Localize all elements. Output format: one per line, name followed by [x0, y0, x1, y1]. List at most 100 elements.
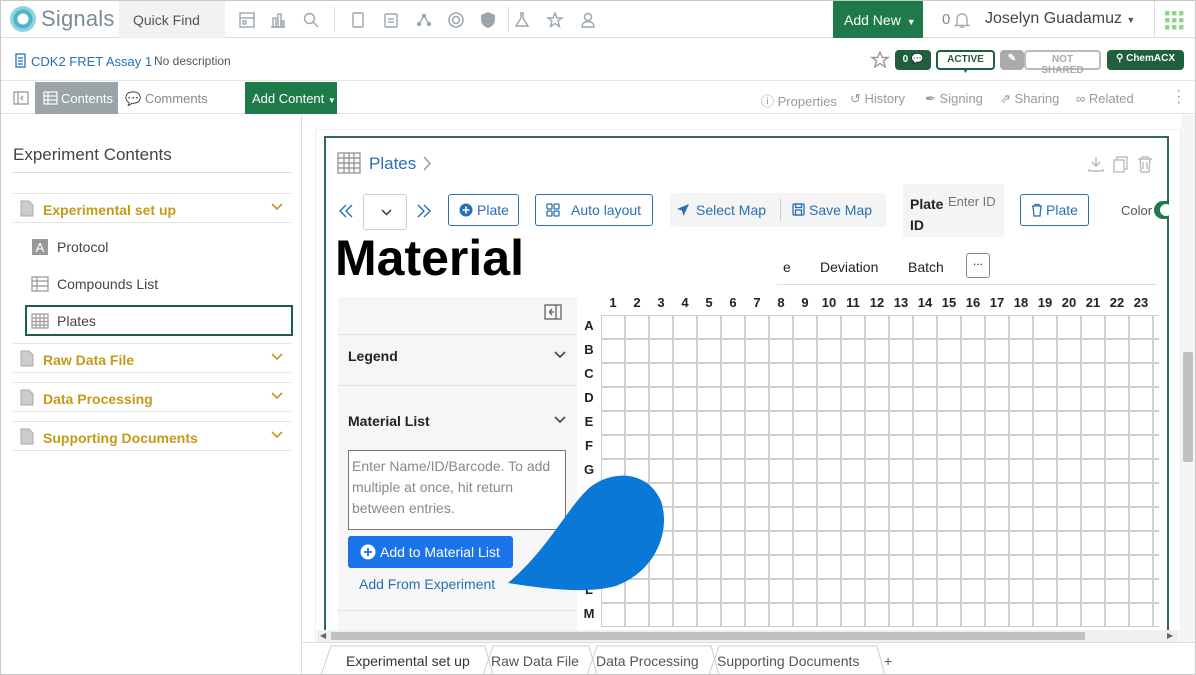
plate-well[interactable]: [937, 483, 961, 507]
plate-well[interactable]: [697, 483, 721, 507]
scrollbar-thumb[interactable]: [1183, 352, 1193, 462]
plate-well[interactable]: [985, 363, 1009, 387]
plate-well[interactable]: [601, 411, 625, 435]
plate-well[interactable]: [697, 411, 721, 435]
column-header[interactable]: 12: [865, 295, 889, 310]
plate-well[interactable]: [1105, 363, 1129, 387]
plate-well[interactable]: [1129, 579, 1153, 603]
plate-well[interactable]: [1009, 531, 1033, 555]
section-data-processing[interactable]: Data Processing: [13, 382, 291, 412]
item-compounds-list[interactable]: Compounds List: [25, 269, 293, 299]
plate-well[interactable]: [673, 483, 697, 507]
plate-well[interactable]: [1009, 603, 1033, 627]
chevron-down-icon[interactable]: [271, 431, 283, 439]
plate-well[interactable]: [1081, 555, 1105, 579]
plate-well[interactable]: [1105, 579, 1129, 603]
signing-link[interactable]: ✒ Signing: [925, 91, 983, 107]
plate-well[interactable]: [1129, 531, 1153, 555]
row-header[interactable]: F: [579, 438, 599, 453]
plate-well[interactable]: [721, 507, 745, 531]
plate-well[interactable]: [1105, 387, 1129, 411]
plate-well[interactable]: [745, 315, 769, 339]
plate-well[interactable]: [1153, 315, 1159, 339]
column-header[interactable]: 9: [793, 295, 817, 310]
plate-well[interactable]: [913, 387, 937, 411]
plate-well[interactable]: [1129, 363, 1153, 387]
add-new-button[interactable]: Add New ▼: [833, 1, 923, 38]
column-header[interactable]: 1: [601, 295, 625, 310]
plate-well[interactable]: [1129, 435, 1153, 459]
plate-well[interactable]: [769, 387, 793, 411]
plate-well[interactable]: [697, 435, 721, 459]
edit-pencil-icon[interactable]: ✎: [1000, 50, 1024, 70]
batch-column[interactable]: Batch: [908, 259, 944, 275]
plate-well[interactable]: [1057, 315, 1081, 339]
plate-well[interactable]: [937, 579, 961, 603]
plate-well[interactable]: [697, 315, 721, 339]
plate-well[interactable]: [769, 531, 793, 555]
plate-well[interactable]: [1009, 315, 1033, 339]
chevron-down-icon[interactable]: [271, 353, 283, 361]
plate-well[interactable]: [817, 339, 841, 363]
section-supporting-documents[interactable]: Supporting Documents: [13, 421, 291, 451]
color-toggle[interactable]: [1154, 201, 1172, 219]
plate-well[interactable]: [841, 459, 865, 483]
chevron-down-icon[interactable]: [554, 351, 566, 359]
plate-well[interactable]: [1081, 363, 1105, 387]
column-header[interactable]: 14: [913, 295, 937, 310]
plate-well[interactable]: [1057, 459, 1081, 483]
more-options-button[interactable]: ...: [966, 253, 990, 278]
comments-count-badge[interactable]: 0 💬: [895, 50, 931, 70]
plate-well[interactable]: [1057, 387, 1081, 411]
plate-well[interactable]: [721, 579, 745, 603]
plate-well[interactable]: [673, 387, 697, 411]
related-link[interactable]: ∞ Related: [1076, 91, 1134, 106]
plate-well[interactable]: [1105, 507, 1129, 531]
plate-well[interactable]: [1033, 435, 1057, 459]
plate-well[interactable]: [841, 507, 865, 531]
plate-well[interactable]: [1081, 387, 1105, 411]
delete-plate-button[interactable]: Plate: [1020, 194, 1089, 226]
plate-well[interactable]: [793, 435, 817, 459]
plate-well[interactable]: [1057, 507, 1081, 531]
plate-well[interactable]: [697, 603, 721, 627]
plate-well[interactable]: [913, 531, 937, 555]
plate-well[interactable]: [961, 579, 985, 603]
plate-well[interactable]: [1153, 459, 1159, 483]
select-map-button[interactable]: Select Map: [670, 193, 780, 227]
star-icon[interactable]: [546, 11, 564, 29]
row-header[interactable]: D: [579, 390, 599, 405]
bottom-tab-data-processing[interactable]: Data Processing: [596, 647, 699, 674]
plate-well[interactable]: [961, 411, 985, 435]
plate-well[interactable]: [697, 363, 721, 387]
plate-well[interactable]: [985, 435, 1009, 459]
plate-well[interactable]: [793, 339, 817, 363]
plate-well[interactable]: [673, 459, 697, 483]
plate-well[interactable]: [1057, 531, 1081, 555]
plate-well[interactable]: [913, 435, 937, 459]
plate-well[interactable]: [793, 483, 817, 507]
plate-well[interactable]: [1057, 339, 1081, 363]
plate-well[interactable]: [985, 603, 1009, 627]
plate-well[interactable]: [1081, 459, 1105, 483]
plate-well[interactable]: [745, 459, 769, 483]
plate-well[interactable]: [1009, 579, 1033, 603]
plate-well[interactable]: [769, 339, 793, 363]
add-plate-button[interactable]: Plate: [448, 194, 519, 226]
plate-well[interactable]: [745, 579, 769, 603]
plate-well[interactable]: [1033, 507, 1057, 531]
plate-well[interactable]: [1057, 555, 1081, 579]
user-group-icon[interactable]: [579, 11, 597, 29]
plate-well[interactable]: [673, 411, 697, 435]
plate-well[interactable]: [841, 387, 865, 411]
plate-well[interactable]: [841, 435, 865, 459]
add-to-material-list-button[interactable]: Add to Material List: [348, 536, 513, 568]
plate-well[interactable]: [1009, 459, 1033, 483]
plate-well[interactable]: [889, 363, 913, 387]
plate-well[interactable]: [649, 363, 673, 387]
plate-well[interactable]: [745, 507, 769, 531]
plate-well[interactable]: [985, 315, 1009, 339]
plate-well[interactable]: [1129, 603, 1153, 627]
plate-well[interactable]: [961, 315, 985, 339]
plate-well[interactable]: [673, 363, 697, 387]
